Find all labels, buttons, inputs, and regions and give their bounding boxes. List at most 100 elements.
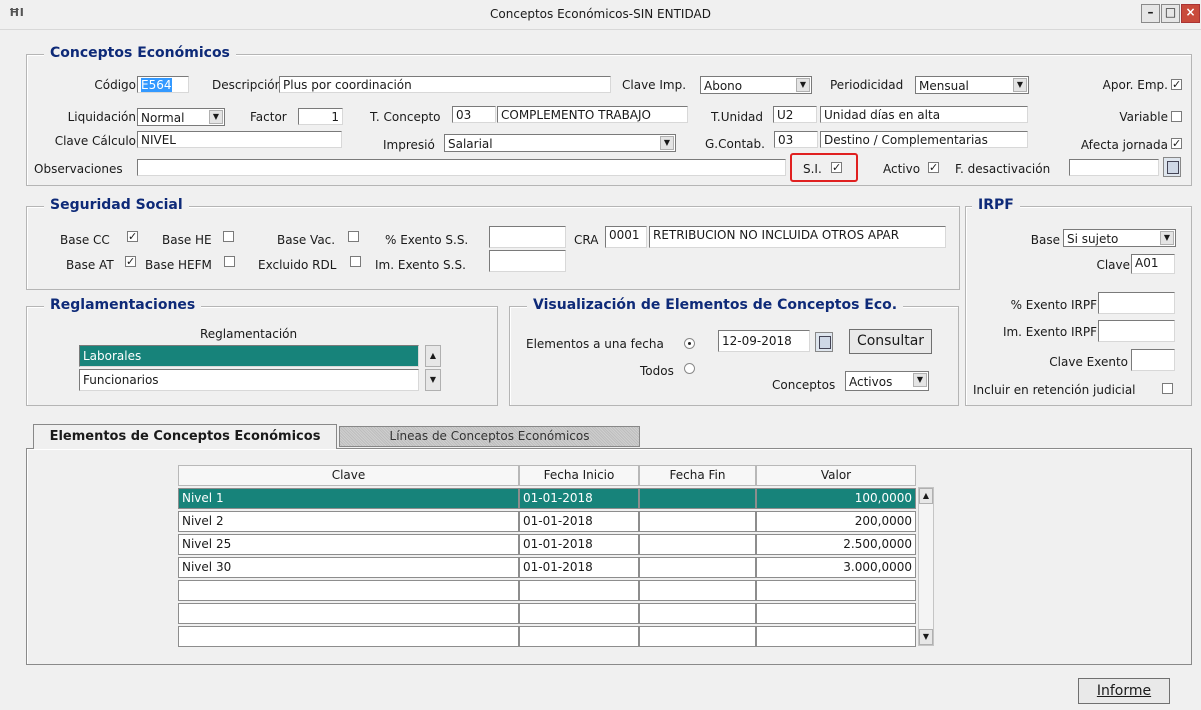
cell-valor[interactable] — [756, 603, 916, 624]
close-button[interactable]: × — [1181, 4, 1200, 23]
cell-fecha-inicio[interactable] — [519, 580, 639, 601]
scroll-up-icon[interactable]: ▲ — [425, 345, 441, 367]
codigo-field[interactable]: E564 — [137, 76, 189, 93]
incluir-retencion-label: Incluir en retención judicial — [973, 383, 1136, 397]
clave-calculo-field[interactable]: NIVEL — [137, 131, 342, 148]
cell-clave[interactable] — [178, 603, 519, 624]
t-concepto-code[interactable]: 03 — [452, 106, 496, 123]
reglamentacion-item[interactable]: Laborales — [79, 345, 419, 367]
cell-clave[interactable] — [178, 580, 519, 601]
excluido-rdl-checkbox[interactable] — [350, 256, 361, 267]
cell-fecha-inicio[interactable]: 01-01-2018 — [519, 511, 639, 532]
observaciones-field[interactable] — [137, 159, 786, 176]
periodicidad-label: Periodicidad — [830, 78, 904, 92]
conceptos-filter-select[interactable]: Activos ▼ — [845, 371, 929, 391]
pct-exento-ss-field[interactable] — [489, 226, 566, 248]
cell-valor[interactable]: 200,0000 — [756, 511, 916, 532]
column-header-valor[interactable]: Valor — [756, 465, 916, 486]
cell-fecha-inicio[interactable]: 01-01-2018 — [519, 557, 639, 578]
irpf-base-select[interactable]: Si sujeto ▼ — [1063, 229, 1176, 247]
clave-imp-select[interactable]: Abono ▼ — [700, 76, 812, 94]
tab-lineas[interactable]: Líneas de Conceptos Económicos — [339, 426, 640, 447]
cell-fecha-fin[interactable] — [639, 626, 756, 647]
cell-fecha-fin[interactable] — [639, 511, 756, 532]
pct-exento-irpf-field[interactable] — [1098, 292, 1175, 314]
cell-fecha-fin[interactable] — [639, 488, 756, 509]
reglamentacion-scrollbar[interactable]: ▲ ▼ — [425, 345, 441, 391]
g-contab-label: G.Contab. — [705, 137, 765, 151]
cell-clave[interactable] — [178, 626, 519, 647]
f-desactivacion-field[interactable] — [1069, 159, 1159, 176]
cell-fecha-fin[interactable] — [639, 557, 756, 578]
impresio-select[interactable]: Salarial ▼ — [444, 134, 676, 152]
cell-clave[interactable]: Nivel 25 — [178, 534, 519, 555]
cell-valor[interactable] — [756, 580, 916, 601]
incluir-retencion-checkbox[interactable] — [1162, 383, 1173, 394]
tab-elementos[interactable]: Elementos de Conceptos Económicos — [33, 424, 337, 449]
cell-fecha-fin[interactable] — [639, 580, 756, 601]
cell-fecha-inicio[interactable] — [519, 626, 639, 647]
elementos-fecha-radio[interactable] — [684, 338, 695, 349]
informe-button[interactable]: Informe — [1078, 678, 1170, 704]
fecha-field[interactable]: 12-09-2018 — [718, 330, 810, 352]
consultar-button[interactable]: Consultar — [849, 329, 932, 354]
cell-fecha-inicio[interactable] — [519, 603, 639, 624]
apor-emp-checkbox[interactable]: ✓ — [1171, 79, 1182, 90]
cell-clave[interactable]: Nivel 1 — [178, 488, 519, 509]
cell-fecha-inicio[interactable]: 01-01-2018 — [519, 488, 639, 509]
t-concepto-desc: COMPLEMENTO TRABAJO — [497, 106, 688, 123]
maximize-button[interactable]: □ — [1161, 4, 1180, 23]
im-exento-irpf-field[interactable] — [1098, 320, 1175, 342]
si-checkbox[interactable]: ✓ — [831, 162, 842, 173]
cell-fecha-inicio[interactable]: 01-01-2018 — [519, 534, 639, 555]
t-unidad-code[interactable]: U2 — [773, 106, 817, 123]
column-header-fecha-fin[interactable]: Fecha Fin — [639, 465, 756, 486]
descripcion-field[interactable]: Plus por coordinación — [279, 76, 611, 93]
im-exento-ss-field[interactable] — [489, 250, 566, 272]
cra-code[interactable]: 0001 — [605, 226, 647, 248]
periodicidad-select[interactable]: Mensual ▼ — [915, 76, 1029, 94]
base-hefm-checkbox[interactable] — [224, 256, 235, 267]
base-at-checkbox[interactable]: ✓ — [125, 256, 136, 267]
calendar-icon[interactable] — [815, 332, 833, 352]
apor-emp-label: Apor. Emp. — [1102, 78, 1168, 92]
base-vac-checkbox[interactable] — [348, 231, 359, 242]
irpf-clave-field[interactable]: A01 — [1131, 254, 1175, 274]
scroll-down-icon[interactable]: ▼ — [919, 629, 933, 645]
cell-fecha-fin[interactable] — [639, 534, 756, 555]
column-header-fecha-inicio[interactable]: Fecha Inicio — [519, 465, 639, 486]
calendar-icon[interactable] — [1163, 157, 1181, 177]
column-header-clave[interactable]: Clave — [178, 465, 519, 486]
cell-valor[interactable] — [756, 626, 916, 647]
cell-valor[interactable]: 3.000,0000 — [756, 557, 916, 578]
todos-radio[interactable] — [684, 363, 695, 374]
cell-valor[interactable]: 2.500,0000 — [756, 534, 916, 555]
title-bar: ĦI Conceptos Económicos-SIN ENTIDAD – □ … — [0, 0, 1201, 30]
g-contab-desc: Destino / Complementarias — [820, 131, 1028, 148]
minimize-button[interactable]: – — [1141, 4, 1160, 23]
visualizacion-group — [509, 306, 959, 406]
cell-clave[interactable]: Nivel 2 — [178, 511, 519, 532]
si-label: S.I. — [803, 162, 822, 176]
liquidacion-select[interactable]: Normal ▼ — [137, 108, 225, 126]
base-he-checkbox[interactable] — [223, 231, 234, 242]
cell-valor[interactable]: 100,0000 — [756, 488, 916, 509]
im-exento-irpf-label: Im. Exento IRPF — [1002, 325, 1097, 339]
clave-exento-label: Clave Exento — [1049, 355, 1128, 369]
table-scrollbar[interactable]: ▲ ▼ — [918, 487, 934, 646]
base-cc-checkbox[interactable]: ✓ — [127, 231, 138, 242]
variable-checkbox[interactable] — [1171, 111, 1182, 122]
irpf-group-title: IRPF — [972, 197, 1020, 213]
clave-exento-field[interactable] — [1131, 349, 1175, 371]
reglamentaciones-group-title: Reglamentaciones — [44, 297, 202, 313]
cell-clave[interactable]: Nivel 30 — [178, 557, 519, 578]
reglamentacion-item[interactable]: Funcionarios — [79, 369, 419, 391]
cell-fecha-fin[interactable] — [639, 603, 756, 624]
afecta-jornada-checkbox[interactable]: ✓ — [1171, 138, 1182, 149]
activo-checkbox[interactable]: ✓ — [928, 162, 939, 173]
factor-field[interactable]: 1 — [298, 108, 343, 125]
pct-exento-irpf-label: % Exento IRPF — [1010, 298, 1097, 312]
scroll-down-icon[interactable]: ▼ — [425, 369, 441, 391]
g-contab-code[interactable]: 03 — [774, 131, 818, 148]
scroll-up-icon[interactable]: ▲ — [919, 488, 933, 504]
